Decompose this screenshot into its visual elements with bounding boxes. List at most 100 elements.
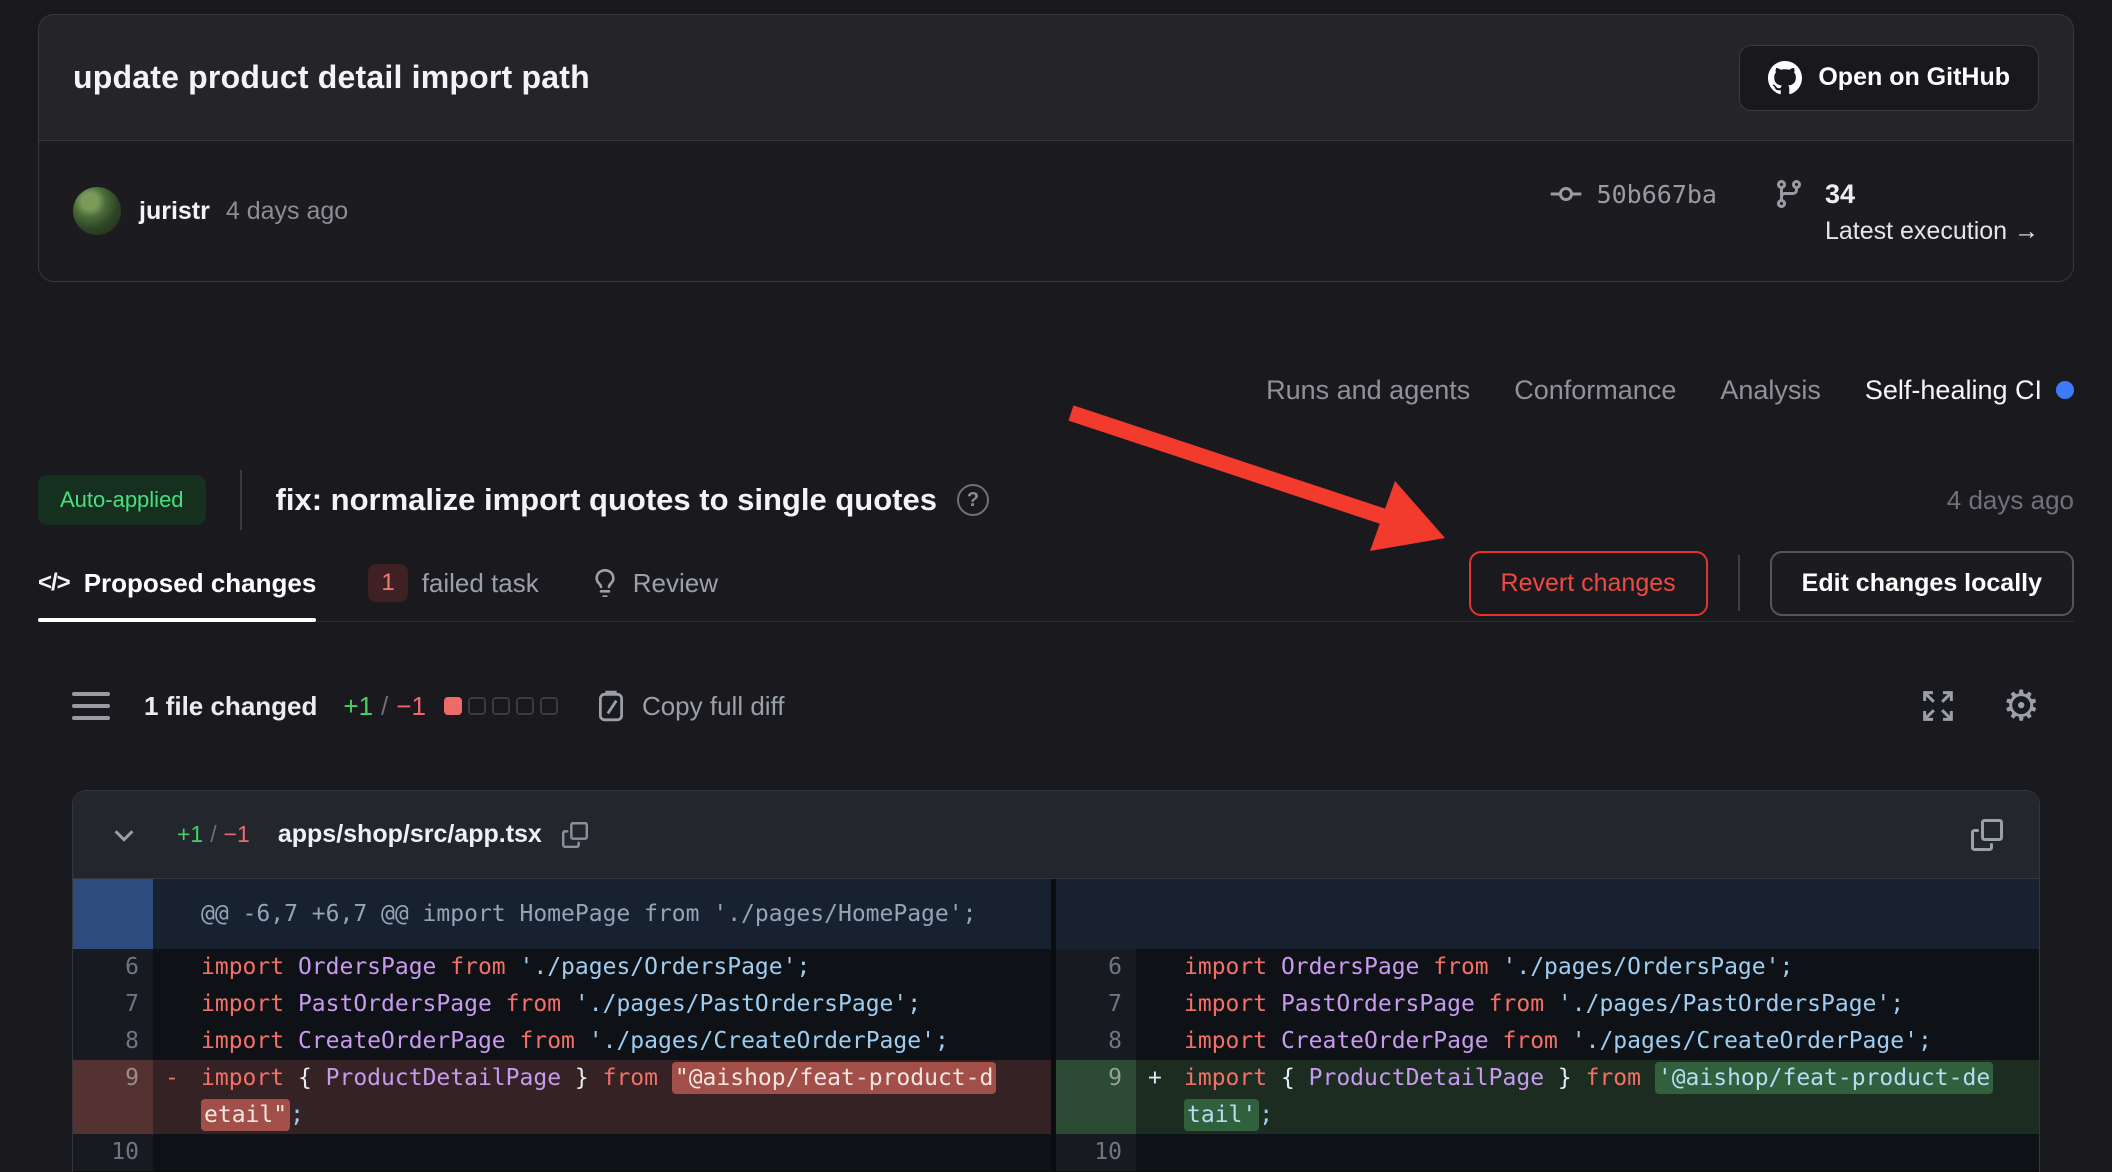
code-line: import OrdersPage from './pages/OrdersPa… [1184,949,2039,986]
page-title: update product detail import path [73,59,590,96]
fix-row: Auto-applied fix: normalize import quote… [38,465,2074,535]
tab-failed-task[interactable]: 1 failed task [368,545,538,621]
edit-changes-locally-button[interactable]: Edit changes locally [1770,551,2074,616]
auto-applied-badge: Auto-applied [38,475,206,525]
branch-group: 34 Latest execution → [1773,174,2039,248]
stat-slash: / [381,691,388,722]
divider [1738,555,1740,611]
gear-icon[interactable]: ⚙ [2002,686,2040,726]
copy-path-icon[interactable] [562,822,588,848]
code-line: import PastOrdersPage from './pages/Past… [201,986,1051,1023]
help-icon[interactable]: ? [957,484,989,516]
revert-changes-button[interactable]: Revert changes [1469,551,1708,616]
code-line [201,1134,1051,1171]
code-line [1184,1134,2039,1171]
file-path: apps/shop/src/app.tsx [278,820,542,849]
nav-item-label: Analysis [1720,375,1821,406]
nav-item-analysis[interactable]: Analysis [1720,375,1821,406]
commit-author: juristr [139,197,210,226]
tab-proposed-changes[interactable]: </> Proposed changes [38,545,316,621]
code-line: import { ProductDetailPage } from "@aish… [201,1060,1051,1134]
status-dot-icon [2056,381,2074,399]
open-on-github-label: Open on GitHub [1818,63,2010,92]
git-branch-icon [1773,178,1805,210]
commit-card-header: update product detail import path Open o… [39,15,2073,141]
diff-toolbar: 1 file changed +1 / −1 Copy full diff ⚙ [38,672,2074,740]
file-additions: +1 [177,821,203,848]
file-header: +1 / −1 apps/shop/src/app.tsx [73,791,2039,879]
commit-card-body: juristr 4 days ago 50b667ba 34 Latest ex… [39,141,2073,281]
diff-stat-square [468,697,486,715]
diff-hunk-row [1056,879,2039,949]
clipboard-icon [594,689,628,723]
file-deletions: −1 [224,821,250,848]
diff-row: 7 import PastOrdersPage from './pages/Pas… [1056,986,2039,1023]
line-number: 10 [73,1134,153,1171]
diff-row: 7 import PastOrdersPage from './pages/Pas… [73,986,1051,1023]
file-stat-slash: / [210,821,216,848]
line-number: 8 [73,1023,153,1060]
open-on-github-button[interactable]: Open on GitHub [1739,45,2039,111]
code-line: import PastOrdersPage from './pages/Past… [1184,986,2039,1023]
deletions-count: −1 [396,691,426,722]
nav-item-label: Conformance [1514,375,1676,406]
hunk-gutter [1056,879,1136,949]
divider [240,470,242,530]
github-icon [1768,61,1802,95]
nav-item-label: Runs and agents [1266,375,1470,406]
nav-item-conformance[interactable]: Conformance [1514,375,1676,406]
code-line: import { ProductDetailPage } from '@aish… [1184,1060,2039,1134]
diff-row: 8 import CreateOrderPage from './pages/Cr… [1056,1023,2039,1060]
line-number: 9 [1056,1060,1136,1134]
diff-hunk-row: @@ -6,7 +6,7 @@ import HomePage from './… [73,879,1051,949]
commit-time: 4 days ago [226,197,348,226]
commit-meta: 50b667ba 34 Latest execution → [1549,174,2039,248]
diff-stat-square [516,697,534,715]
diff-marker [153,1023,201,1060]
diff-row: 6import OrdersPage from './pages/OrdersP… [1056,949,2039,986]
diff-marker [1136,1134,1184,1171]
diff-marker [153,1134,201,1171]
diff-marker [1136,1023,1184,1060]
line-number: 8 [1056,1023,1136,1060]
diff-marker [1136,986,1184,1023]
tab-proposed-label: Proposed changes [84,568,317,599]
copy-full-diff-button[interactable]: Copy full diff [594,689,785,723]
diff-marker: - [153,1060,201,1134]
diff-row: 10 [73,1134,1051,1171]
execution-count[interactable]: 34 [1825,174,2039,214]
avatar[interactable] [73,187,121,235]
top-nav: Runs and agents Conformance Analysis Self-h… [1266,368,2074,412]
diff-pane-new: 6import OrdersPage from './pages/OrdersP… [1056,879,2039,1171]
nav-item-label: Self-healing CI [1865,375,2042,406]
tab-review[interactable]: Review [591,545,718,621]
line-number: 10 [1056,1134,1136,1171]
diff-row: 10 [1056,1134,2039,1171]
copy-file-diff-icon[interactable] [1971,819,2003,851]
expand-icon[interactable] [1918,686,1958,726]
hunk-gutter [73,879,153,949]
diff-stat-square [444,697,462,715]
line-number: 7 [1056,986,1136,1023]
line-number: 7 [73,986,153,1023]
copy-full-diff-label: Copy full diff [642,691,785,722]
latest-execution-link[interactable]: Latest execution → [1825,214,2039,248]
commit-sha-group[interactable]: 50b667ba [1549,174,1717,214]
diff-stat-squares [444,697,558,715]
files-changed-label: 1 file changed [144,691,317,722]
line-number: 6 [73,949,153,986]
diff-row: 9-import { ProductDetailPage } from "@ai… [73,1060,1051,1134]
chevron-down-icon[interactable] [109,820,139,850]
code-icon: </> [38,569,70,597]
code-line: import CreateOrderPage from './pages/Cre… [1184,1023,2039,1060]
code-line: import CreateOrderPage from './pages/Cre… [201,1023,1051,1060]
file-list-menu-icon[interactable] [72,692,110,720]
additions-count: +1 [343,691,373,722]
diff-row: 8 import CreateOrderPage from './pages/Cr… [73,1023,1051,1060]
diff-stat-square [540,697,558,715]
nav-item-runs-and-agents[interactable]: Runs and agents [1266,375,1470,406]
commit-card: update product detail import path Open o… [38,14,2074,282]
nav-item-self-healing-ci[interactable]: Self-healing CI [1865,375,2074,406]
diff-pane-old: @@ -6,7 +6,7 @@ import HomePage from './… [73,879,1056,1171]
line-number: 9 [73,1060,153,1134]
